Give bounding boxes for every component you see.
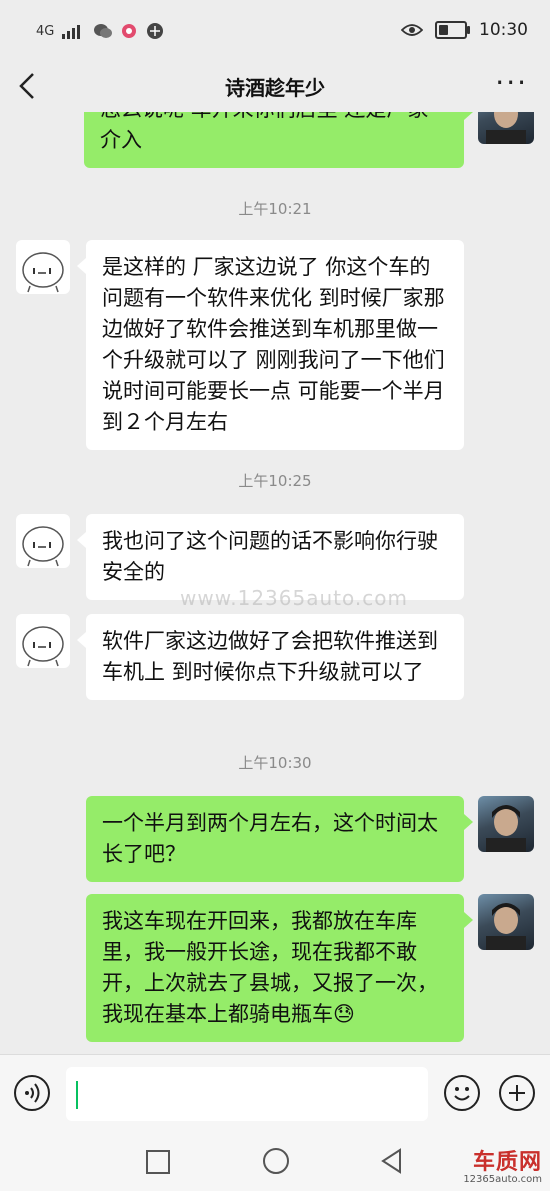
voice-button[interactable] [14, 1075, 50, 1111]
message-incoming: 是这样的 厂家这边说了 你这个车的问题有一个软件来优化 到时候厂家那边做好了软件… [77, 240, 464, 450]
timestamp: 上午10:21 [238, 200, 312, 218]
message-bubble[interactable]: 一个半月到两个月左右，这个时间太长了吧？ [86, 796, 473, 882]
site-logo: 车质网 12365auto.com [463, 1144, 542, 1185]
eye-icon [401, 24, 423, 36]
logo-main-text: 车质网 [472, 1150, 542, 1175]
my-avatar[interactable] [478, 894, 534, 950]
message-input[interactable] [66, 1067, 428, 1121]
recent-apps-button[interactable] [146, 1150, 170, 1174]
voice-icon [25, 1083, 40, 1103]
my-avatar[interactable] [478, 796, 534, 852]
status-bar: 4G 10:30 [0, 0, 550, 62]
browser-notification-icon [147, 23, 164, 39]
system-back-button[interactable] [380, 1148, 404, 1178]
message-outgoing: 我这车现在开回来，我都放在车库里，我一般开长途，现在我都不敢开，上次就去了县城，… [86, 894, 473, 1042]
message-incoming: 软件厂家这边做好了会把软件推送到车机上 到时候你点下升级就可以了 [77, 614, 464, 700]
more-button[interactable]: ··· [495, 66, 528, 99]
triangle-back-icon [381, 1148, 401, 1174]
message-outgoing: 怎么说呢 车开来你们店里 还是厂家介入 [84, 112, 473, 168]
plus-icon [509, 1085, 525, 1101]
message-bubble[interactable]: 我这车现在开回来，我都放在车库里，我一般开长途，现在我都不敢开，上次就去了县城，… [86, 894, 473, 1042]
chat-area[interactable]: 怎么说呢 车开来你们店里 还是厂家介入 上午10:21 是这样的 厂家这边说了 … [0, 112, 550, 1054]
message-bubble[interactable]: 怎么说呢 车开来你们店里 还是厂家介入 [84, 112, 473, 168]
more-functions-button[interactable] [499, 1075, 535, 1111]
signal-icon [62, 25, 81, 39]
person-photo-icon [486, 805, 526, 852]
message-outgoing: 一个半月到两个月左右，这个时间太长了吧？ [86, 796, 473, 882]
message-bubble[interactable]: 是这样的 厂家这边说了 你这个车的问题有一个软件来优化 到时候厂家那边做好了软件… [77, 240, 464, 450]
app-notification-icon [122, 24, 137, 38]
cartoon-avatar-icon [22, 252, 64, 293]
my-avatar[interactable] [478, 112, 534, 144]
contact-avatar[interactable] [16, 614, 70, 668]
wechat-notification-icon [94, 24, 113, 38]
timestamp: 上午10:25 [238, 472, 312, 490]
cartoon-avatar-icon [22, 626, 64, 667]
input-bar [0, 1054, 550, 1139]
chat-header: 诗酒趁年少 ··· [0, 62, 550, 112]
logo-sub-text: 12365auto.com [463, 1174, 542, 1185]
emoji-button[interactable] [444, 1075, 480, 1111]
battery-icon [435, 21, 470, 39]
status-left-icons: 4G [36, 22, 164, 40]
emoji-icon [454, 1087, 470, 1101]
more-icon: ··· [495, 66, 528, 99]
status-right: 10:30 [401, 20, 528, 40]
message-bubble[interactable]: 软件厂家这边做好了会把软件推送到车机上 到时候你点下升级就可以了 [77, 614, 464, 700]
person-photo-icon [486, 903, 526, 950]
contact-avatar[interactable] [16, 240, 70, 294]
person-photo-icon [486, 112, 526, 144]
home-button[interactable] [263, 1148, 289, 1174]
contact-avatar[interactable] [16, 514, 70, 568]
cartoon-avatar-icon [22, 526, 64, 567]
text-cursor [76, 1081, 78, 1109]
status-time: 10:30 [479, 20, 528, 40]
watermark: www.12365auto.com [180, 586, 408, 610]
timestamp: 上午10:30 [238, 754, 312, 772]
network-label: 4G [36, 23, 55, 39]
chat-title: 诗酒趁年少 [225, 76, 325, 100]
